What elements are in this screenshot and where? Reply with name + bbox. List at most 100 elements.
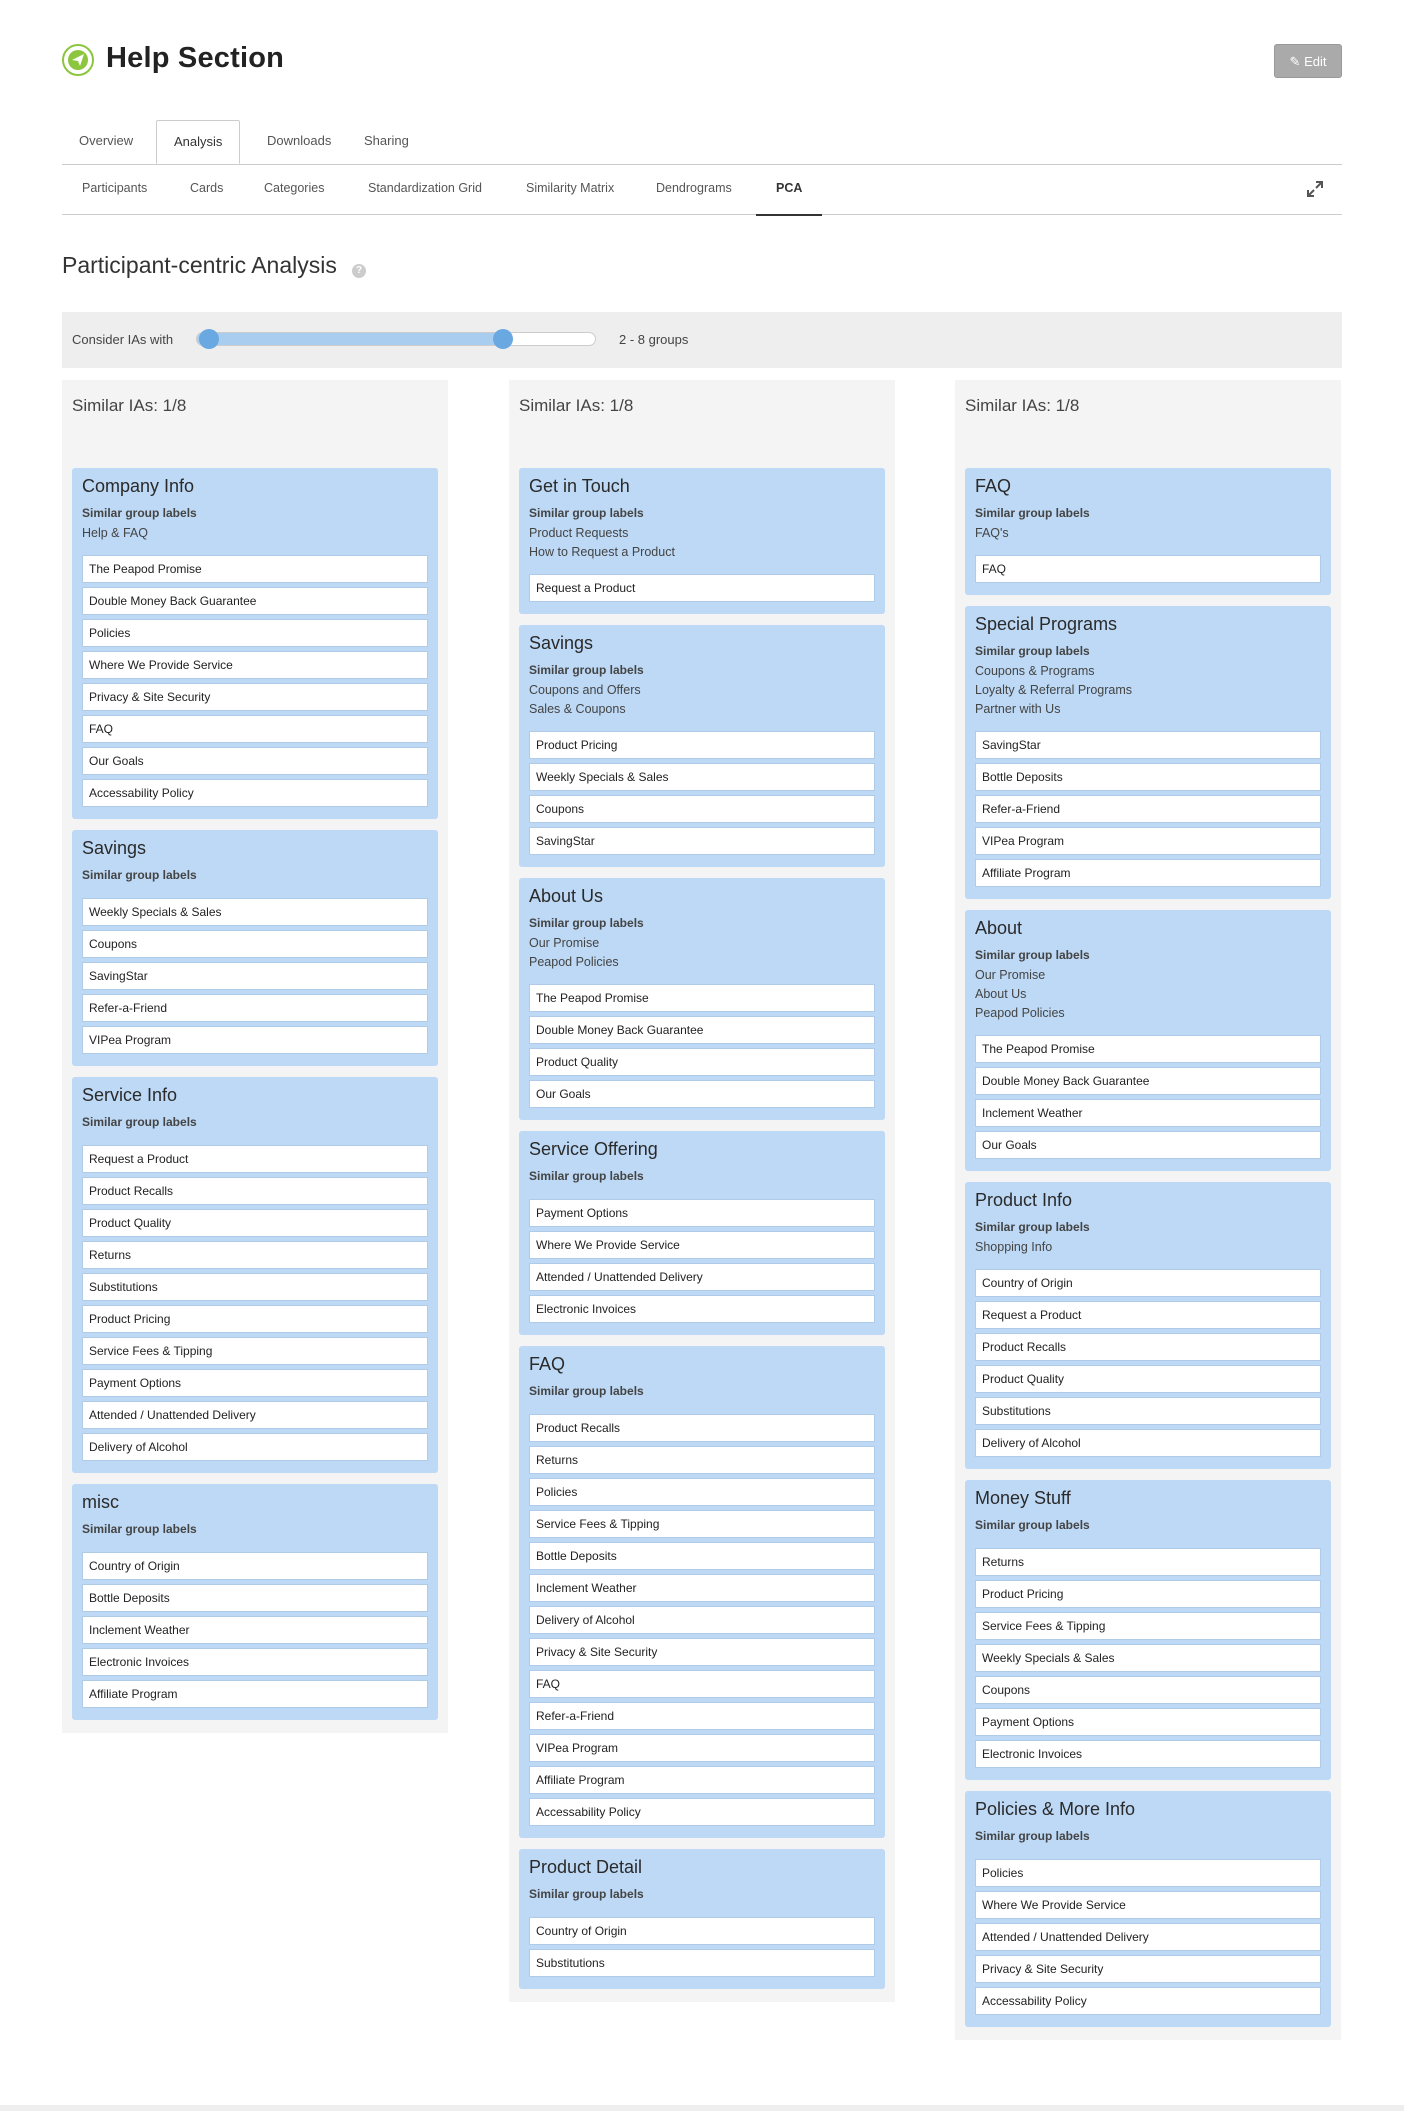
- card-item[interactable]: Double Money Back Guarantee: [529, 1016, 875, 1044]
- card-item[interactable]: Returns: [529, 1446, 875, 1474]
- card-item[interactable]: SavingStar: [82, 962, 428, 990]
- card-item[interactable]: Product Pricing: [82, 1305, 428, 1333]
- card-item[interactable]: Privacy & Site Security: [82, 683, 428, 711]
- card-item[interactable]: VIPea Program: [975, 827, 1321, 855]
- card-item[interactable]: Service Fees & Tipping: [82, 1337, 428, 1365]
- help-icon[interactable]: ?: [352, 264, 366, 278]
- card-item[interactable]: VIPea Program: [82, 1026, 428, 1054]
- card-item[interactable]: VIPea Program: [529, 1734, 875, 1762]
- card-item[interactable]: Weekly Specials & Sales: [529, 763, 875, 791]
- card-item[interactable]: Payment Options: [529, 1199, 875, 1227]
- card-item[interactable]: Returns: [975, 1548, 1321, 1576]
- card-item[interactable]: Payment Options: [975, 1708, 1321, 1736]
- card-item[interactable]: Our Goals: [82, 747, 428, 775]
- tab-analysis[interactable]: Analysis: [156, 120, 241, 164]
- card-item[interactable]: Privacy & Site Security: [975, 1955, 1321, 1983]
- card-item[interactable]: Returns: [82, 1241, 428, 1269]
- card-item[interactable]: Double Money Back Guarantee: [82, 587, 428, 615]
- card-item[interactable]: Request a Product: [82, 1145, 428, 1173]
- card-item[interactable]: Electronic Invoices: [975, 1740, 1321, 1768]
- card-item[interactable]: Substitutions: [529, 1949, 875, 1977]
- card-item[interactable]: Delivery of Alcohol: [529, 1606, 875, 1634]
- card-item[interactable]: Refer-a-Friend: [529, 1702, 875, 1730]
- card-item[interactable]: Attended / Unattended Delivery: [529, 1263, 875, 1291]
- card-item[interactable]: Request a Product: [975, 1301, 1321, 1329]
- card-item[interactable]: Weekly Specials & Sales: [975, 1644, 1321, 1672]
- card-item[interactable]: Policies: [975, 1859, 1321, 1887]
- subtab-participants[interactable]: Participants: [82, 164, 147, 214]
- card-item[interactable]: Coupons: [82, 930, 428, 958]
- card-item[interactable]: FAQ: [975, 555, 1321, 583]
- card-item[interactable]: SavingStar: [529, 827, 875, 855]
- card-item[interactable]: Refer-a-Friend: [975, 795, 1321, 823]
- card-item[interactable]: Bottle Deposits: [529, 1542, 875, 1570]
- card-item[interactable]: Inclement Weather: [82, 1616, 428, 1644]
- card-item[interactable]: The Peapod Promise: [975, 1035, 1321, 1063]
- card-item[interactable]: Country of Origin: [975, 1269, 1321, 1297]
- card-item[interactable]: Delivery of Alcohol: [975, 1429, 1321, 1457]
- card-item[interactable]: Delivery of Alcohol: [82, 1433, 428, 1461]
- card-item[interactable]: Substitutions: [975, 1397, 1321, 1425]
- card-item[interactable]: Accessability Policy: [975, 1987, 1321, 2015]
- subtab-cards[interactable]: Cards: [190, 164, 223, 214]
- tab-sharing[interactable]: Sharing: [347, 120, 426, 164]
- subtab-similarity-matrix[interactable]: Similarity Matrix: [526, 164, 614, 214]
- card-item[interactable]: Where We Provide Service: [529, 1231, 875, 1259]
- tab-overview[interactable]: Overview: [62, 120, 150, 164]
- card-item[interactable]: Coupons: [975, 1676, 1321, 1704]
- card-item[interactable]: Affiliate Program: [82, 1680, 428, 1708]
- card-item[interactable]: Where We Provide Service: [82, 651, 428, 679]
- range-slider-track[interactable]: [196, 329, 596, 349]
- card-item[interactable]: Our Goals: [529, 1080, 875, 1108]
- card-item[interactable]: Service Fees & Tipping: [975, 1612, 1321, 1640]
- card-item[interactable]: Product Quality: [975, 1365, 1321, 1393]
- card-item[interactable]: Policies: [82, 619, 428, 647]
- card-item[interactable]: Accessability Policy: [82, 779, 428, 807]
- card-item[interactable]: The Peapod Promise: [82, 555, 428, 583]
- card-item[interactable]: Affiliate Program: [975, 859, 1321, 887]
- card-item[interactable]: Attended / Unattended Delivery: [82, 1401, 428, 1429]
- card-item[interactable]: Request a Product: [529, 574, 875, 602]
- card-item[interactable]: Country of Origin: [82, 1552, 428, 1580]
- card-item[interactable]: Product Pricing: [529, 731, 875, 759]
- card-item[interactable]: FAQ: [82, 715, 428, 743]
- card-item[interactable]: Electronic Invoices: [82, 1648, 428, 1676]
- card-item[interactable]: Policies: [529, 1478, 875, 1506]
- card-item[interactable]: Inclement Weather: [975, 1099, 1321, 1127]
- card-item[interactable]: Electronic Invoices: [529, 1295, 875, 1323]
- subtab-dendrograms[interactable]: Dendrograms: [656, 164, 732, 214]
- card-item[interactable]: Coupons: [529, 795, 875, 823]
- card-item[interactable]: Product Recalls: [82, 1177, 428, 1205]
- card-item[interactable]: Substitutions: [82, 1273, 428, 1301]
- card-item[interactable]: Service Fees & Tipping: [529, 1510, 875, 1538]
- card-item[interactable]: Double Money Back Guarantee: [975, 1067, 1321, 1095]
- tab-downloads[interactable]: Downloads: [250, 120, 348, 164]
- edit-button[interactable]: ✎ Edit: [1274, 44, 1342, 78]
- subtab-pca[interactable]: PCA: [756, 164, 823, 216]
- card-item[interactable]: Product Quality: [529, 1048, 875, 1076]
- subtab-categories[interactable]: Categories: [264, 164, 324, 214]
- card-item[interactable]: SavingStar: [975, 731, 1321, 759]
- card-item[interactable]: Bottle Deposits: [975, 763, 1321, 791]
- card-item[interactable]: Product Quality: [82, 1209, 428, 1237]
- card-item[interactable]: Payment Options: [82, 1369, 428, 1397]
- card-item[interactable]: Our Goals: [975, 1131, 1321, 1159]
- card-item[interactable]: Country of Origin: [529, 1917, 875, 1945]
- card-item[interactable]: Product Recalls: [529, 1414, 875, 1442]
- card-item[interactable]: Privacy & Site Security: [529, 1638, 875, 1666]
- card-item[interactable]: The Peapod Promise: [529, 984, 875, 1012]
- expand-icon[interactable]: [1306, 180, 1324, 198]
- card-item[interactable]: FAQ: [529, 1670, 875, 1698]
- card-item[interactable]: Product Pricing: [975, 1580, 1321, 1608]
- card-item[interactable]: Where We Provide Service: [975, 1891, 1321, 1919]
- card-item[interactable]: Bottle Deposits: [82, 1584, 428, 1612]
- card-item[interactable]: Product Recalls: [975, 1333, 1321, 1361]
- card-item[interactable]: Weekly Specials & Sales: [82, 898, 428, 926]
- card-item[interactable]: Refer-a-Friend: [82, 994, 428, 1022]
- range-slider-high-handle[interactable]: [492, 329, 513, 349]
- range-slider-low-handle[interactable]: [199, 329, 220, 349]
- card-item[interactable]: Affiliate Program: [529, 1766, 875, 1794]
- card-item[interactable]: Inclement Weather: [529, 1574, 875, 1602]
- subtab-standardization-grid[interactable]: Standardization Grid: [368, 164, 482, 214]
- card-item[interactable]: Accessability Policy: [529, 1798, 875, 1826]
